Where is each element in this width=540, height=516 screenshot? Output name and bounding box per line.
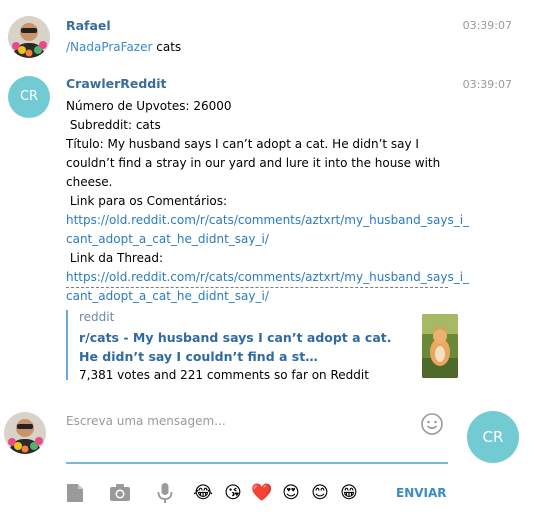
cat-photo-icon — [422, 314, 458, 378]
preview-site-name: reddit — [79, 310, 115, 324]
bot-avatar-large[interactable]: CR — [467, 411, 519, 463]
command-argument: cats — [152, 40, 182, 54]
upvotes-line: Número de Upvotes: 26000 — [66, 99, 232, 113]
comments-link[interactable]: https://old.reddit.com/r/cats/comments/a… — [66, 211, 470, 249]
bot-message-body: Número de Upvotes: 26000 Subreddit: cats… — [66, 97, 470, 306]
emoji-heart-eyes[interactable]: 😍 — [280, 482, 302, 504]
send-button[interactable]: ENVIAR — [396, 486, 447, 500]
emoji-tears-of-joy[interactable]: 😂 — [192, 482, 214, 504]
author-name[interactable]: Rafael — [66, 18, 111, 33]
message-rafael: Rafael 03:39:07 /NadaPraFazer cats — [0, 0, 540, 70]
author-name[interactable]: CrawlerReddit — [66, 76, 167, 91]
emoji-grin[interactable]: 😁 — [338, 482, 360, 504]
avatar-crawlerreddit[interactable]: CR — [8, 76, 50, 118]
message-time: 03:39:07 — [462, 78, 512, 91]
message-input-area[interactable] — [66, 410, 448, 464]
document-icon[interactable] — [64, 482, 86, 504]
user-photo-icon — [4, 412, 46, 454]
emoji-heart[interactable]: ❤️ — [251, 482, 273, 504]
preview-title[interactable]: r/cats - My husband says I can’t adopt a… — [79, 328, 409, 366]
separator-dashes — [66, 287, 448, 288]
subreddit-line: Subreddit: cats — [66, 118, 161, 132]
thread-label: Link da Thread: — [66, 251, 163, 265]
microphone-icon[interactable] — [154, 482, 176, 504]
preview-description: 7,381 votes and 221 comments so far on R… — [79, 368, 369, 382]
emoji-smile[interactable]: 😊 — [309, 482, 331, 504]
thread-link-part2: cant_adopt_a_cat_he_didnt_say_i/ — [66, 289, 269, 303]
emoji-picker-icon[interactable] — [420, 412, 444, 436]
camera-icon[interactable] — [109, 482, 131, 504]
comments-label: Link para os Comentários: — [66, 194, 228, 208]
bot-command-link[interactable]: /NadaPraFazer — [66, 40, 152, 54]
avatar-rafael[interactable] — [8, 16, 50, 58]
my-avatar[interactable] — [4, 412, 46, 454]
comments-link-part2: cant_adopt_a_cat_he_didnt_say_i/ — [66, 232, 269, 246]
message-time: 03:39:07 — [462, 19, 512, 32]
message-text: /NadaPraFazer cats — [66, 38, 466, 57]
title-line: Título: My husband says I can’t adopt a … — [66, 137, 441, 189]
user-photo-icon — [8, 16, 50, 58]
link-preview[interactable]: reddit r/cats - My husband says I can’t … — [66, 310, 460, 382]
comments-link-part1: https://old.reddit.com/r/cats/comments/a… — [66, 213, 470, 227]
message-input[interactable] — [66, 414, 406, 428]
thread-link-part1: https://old.reddit.com/r/cats/comments/a… — [66, 270, 470, 284]
preview-accent-bar — [66, 310, 68, 380]
emoji-kiss[interactable]: 😘 — [222, 482, 244, 504]
preview-thumbnail[interactable] — [422, 314, 458, 378]
